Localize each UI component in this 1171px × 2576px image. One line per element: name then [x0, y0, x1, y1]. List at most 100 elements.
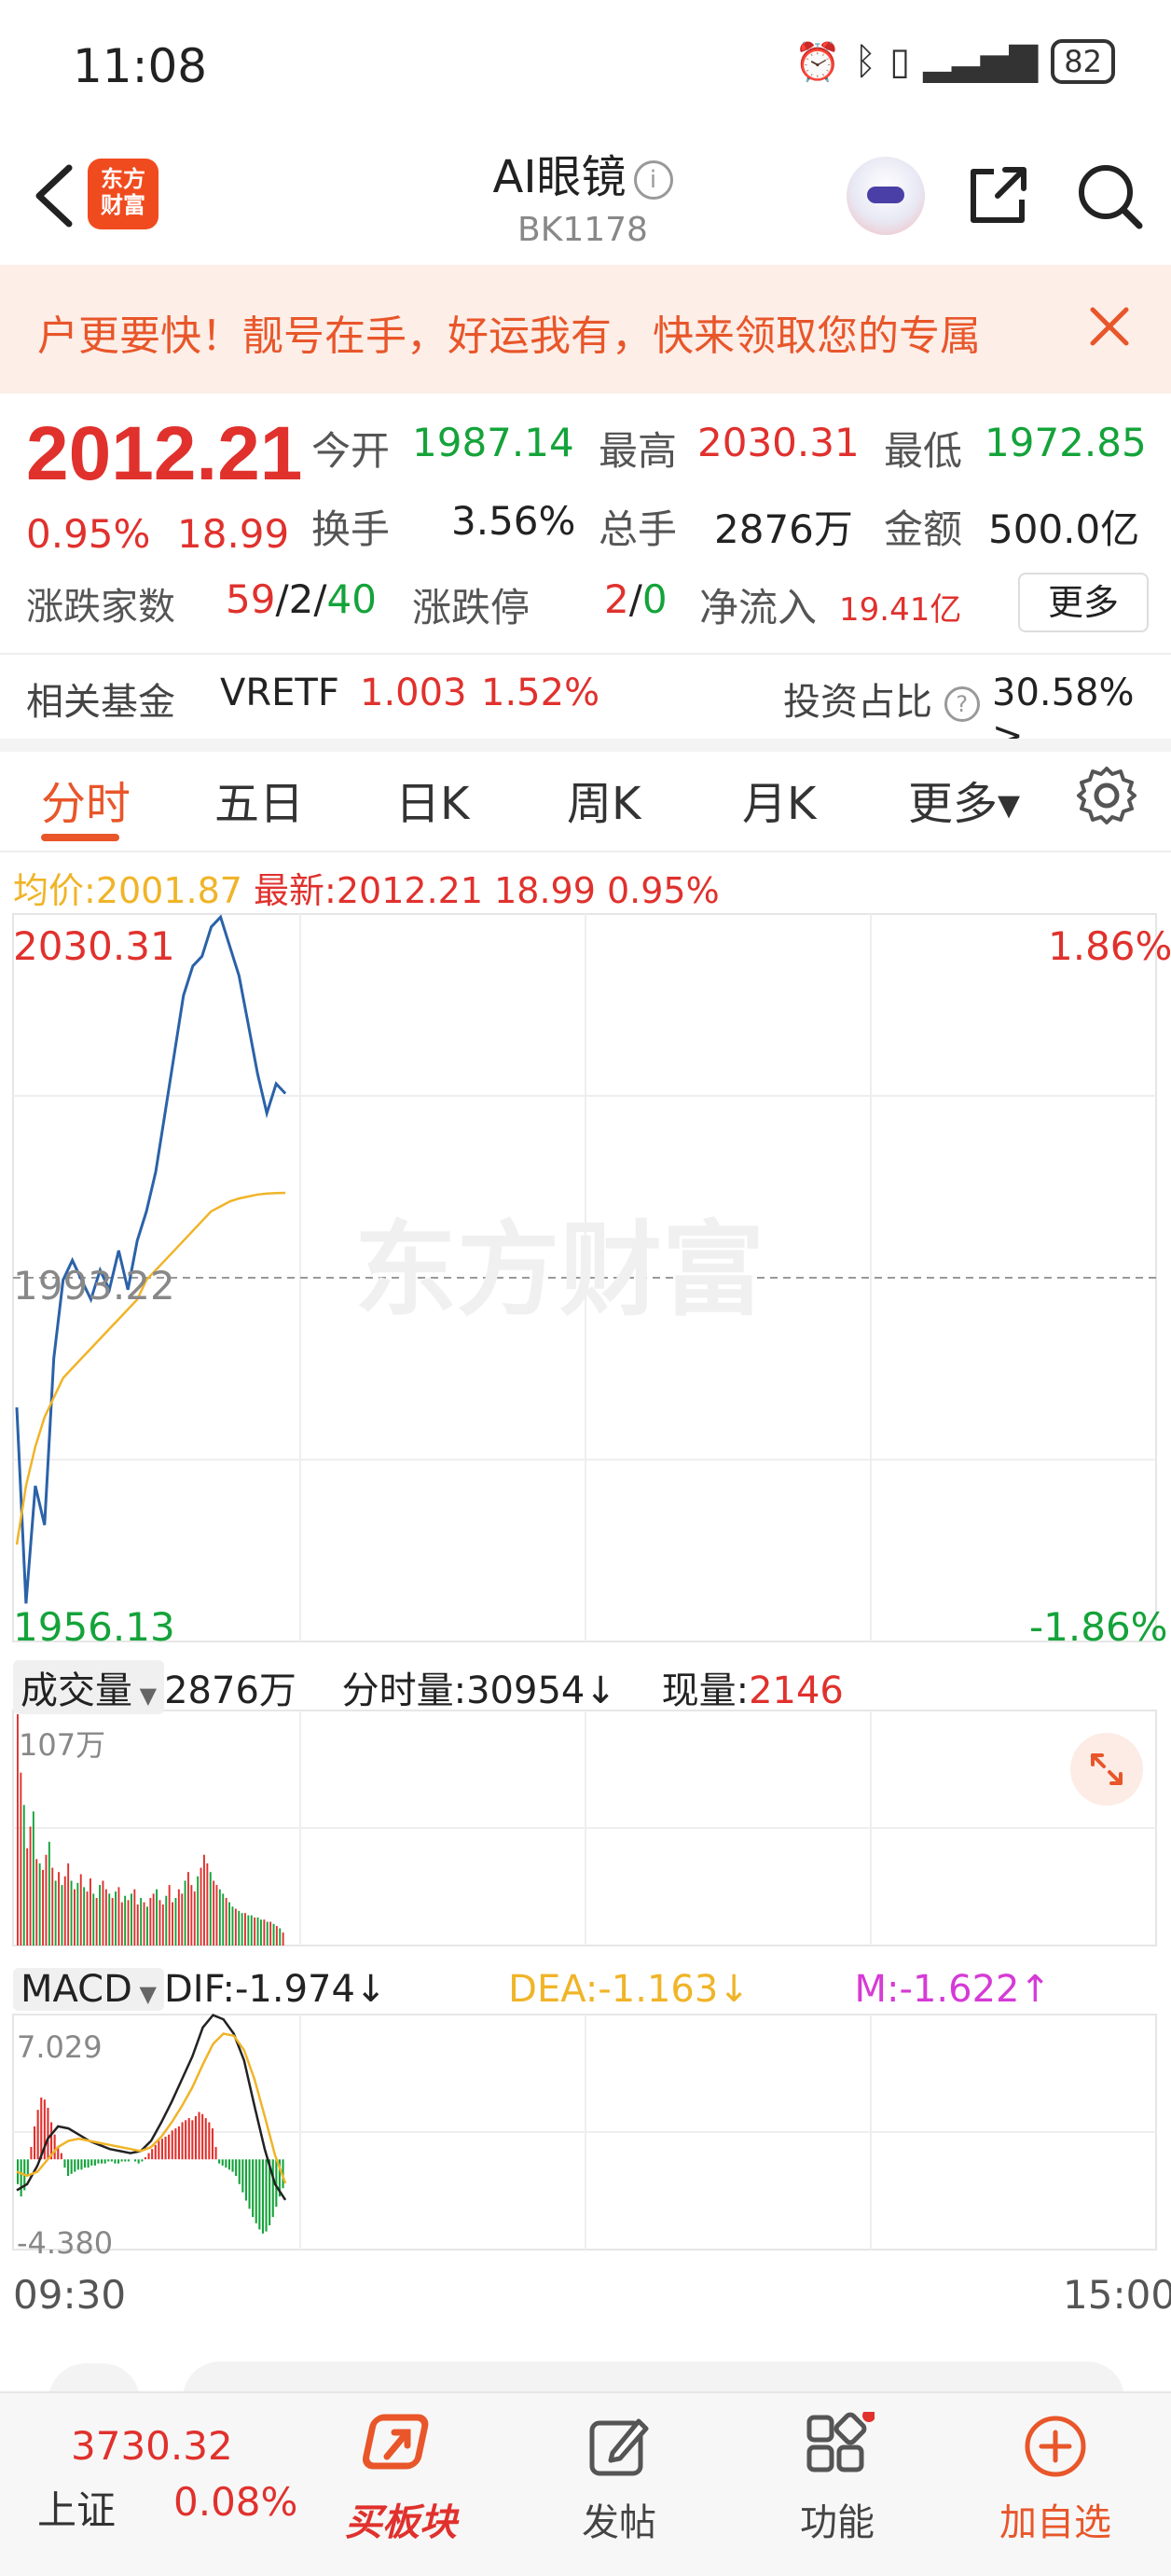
turnover-value: 3.56%	[451, 498, 576, 544]
macd-bar	[137, 2159, 140, 2164]
buy-sector-icon	[362, 2414, 429, 2470]
price-line	[15, 914, 287, 1604]
open-label: 今开	[311, 428, 391, 474]
y-high-label: 2030.31	[13, 923, 175, 969]
edit-post-icon	[589, 2418, 649, 2476]
vibrate-icon: ▯	[889, 40, 911, 83]
high-value: 2030.31	[697, 420, 860, 465]
help-icon[interactable]: ?	[944, 686, 980, 722]
volume-bar	[108, 1893, 111, 1946]
logo-text-1: 东方	[101, 166, 145, 192]
macd-bar	[151, 2149, 154, 2160]
index-percent[interactable]: 0.08%	[173, 2479, 297, 2525]
nav-functions[interactable]: 功能	[753, 2409, 921, 2546]
volume-bar	[174, 1898, 177, 1946]
macd-bar	[26, 2159, 29, 2176]
settings-gear-icon[interactable]	[1074, 763, 1139, 828]
macd-bar	[255, 2159, 257, 2223]
expand-icon[interactable]	[1070, 1733, 1143, 1806]
volume-bar	[92, 1893, 95, 1946]
tab-daily-k[interactable]: 日K	[395, 767, 469, 832]
volume-bar	[234, 1908, 237, 1946]
macd-bar	[261, 2159, 264, 2234]
more-button[interactable]: 更多	[1018, 573, 1149, 632]
volume-bar	[124, 1895, 127, 1946]
nav-add-watchlist[interactable]: 加自选	[971, 2412, 1139, 2546]
tab-monthly-k[interactable]: 月K	[742, 767, 816, 832]
low-value: 1972.85	[985, 420, 1147, 465]
volume-bar	[117, 1887, 120, 1946]
info-icon[interactable]: i	[633, 160, 673, 200]
volume-header: 成交量 ▼ 2876万 分时量:30954↓ 现量:2146	[13, 1660, 844, 1714]
macd-bar	[174, 2128, 177, 2160]
nav-post[interactable]: 发帖	[535, 2412, 703, 2546]
divider	[0, 851, 1171, 852]
volume-bar	[104, 1889, 107, 1946]
back-icon[interactable]	[22, 159, 88, 233]
invest-ratio-label[interactable]: 投资占比 ?	[783, 672, 980, 726]
volume-bar	[187, 1872, 189, 1946]
intraday-chart[interactable]: 东方财富	[0, 895, 1171, 2294]
nav-buy-sector[interactable]: 买板块	[317, 2412, 485, 2546]
index-value[interactable]: 3730.32	[71, 2423, 233, 2469]
assistant-robot-icon[interactable]	[847, 157, 925, 235]
macd-selector[interactable]: MACD ▼	[13, 1968, 164, 2011]
share-icon[interactable]	[960, 159, 1035, 233]
macd-bar	[248, 2159, 251, 2209]
breadth-down: 40	[326, 576, 377, 622]
y-low-label: 1956.13	[13, 1604, 175, 1650]
macd-bar	[227, 2159, 230, 2170]
current-price: 2012.21	[26, 411, 303, 496]
macd-ymin-label: -4.380	[17, 2225, 114, 2261]
search-icon[interactable]	[1072, 159, 1147, 233]
volume-selector[interactable]: 成交量 ▼	[13, 1660, 165, 1714]
volume-bar	[225, 1898, 227, 1946]
volume-bar	[45, 1854, 48, 1946]
volume-bar	[143, 1902, 145, 1946]
close-icon[interactable]	[1081, 298, 1137, 354]
bluetooth-icon: ᛒ	[854, 40, 877, 83]
amount-label: 金额	[884, 506, 963, 552]
volume-bar	[222, 1893, 225, 1946]
amount-value: 500.0亿	[988, 506, 1140, 552]
volume-bar	[181, 1893, 184, 1946]
volume-bar	[140, 1898, 143, 1946]
dropdown-arrow-icon: ▼	[131, 1981, 157, 2007]
nav-buy-sector-label: 买板块	[345, 2501, 457, 2544]
volume-bar	[70, 1880, 73, 1946]
volume-value: 2876万	[714, 506, 853, 552]
limit-down: 0	[641, 576, 668, 622]
volume-bar	[67, 1863, 70, 1946]
macd-bar	[60, 2153, 62, 2160]
tab-weekly-k[interactable]: 周K	[567, 767, 641, 832]
pct-low-label: -1.86%	[1029, 1604, 1168, 1650]
volume-bar	[263, 1919, 266, 1946]
fund-name[interactable]: VRETF	[220, 672, 339, 714]
macd-bar	[168, 2134, 171, 2160]
volume-bar	[58, 1872, 60, 1946]
macd-bar	[238, 2159, 241, 2184]
turnover-label: 换手	[311, 506, 391, 552]
time-axis-end: 15:00	[1063, 2272, 1171, 2318]
comment-bar[interactable]	[0, 2326, 1171, 2391]
volume-bar	[256, 1917, 259, 1946]
volume-bar	[282, 1932, 284, 1946]
comment-icon-button[interactable]	[48, 2363, 140, 2391]
status-icons: ⏰ ᛒ ▯ ▂▃▅▇ 82	[794, 39, 1115, 84]
macd-selector-label: MACD	[21, 1968, 132, 2011]
volume-bar	[74, 1889, 76, 1946]
index-name[interactable]: 上证	[37, 2479, 116, 2536]
y-mid-label: 1993.22	[13, 1263, 175, 1309]
macd-bar	[40, 2098, 43, 2160]
tab-intraday[interactable]: 分时	[41, 767, 131, 832]
tab-more[interactable]: 更多▾	[908, 767, 1020, 832]
volume-bar	[54, 1880, 57, 1946]
tab-five-day[interactable]: 五日	[214, 767, 304, 832]
macd-bar	[231, 2159, 234, 2172]
macd-bar	[124, 2159, 127, 2162]
volume-bar	[190, 1885, 193, 1946]
volume-bar	[168, 1885, 171, 1946]
macd-bar	[70, 2159, 73, 2174]
macd-bar	[97, 2159, 100, 2164]
comment-input[interactable]	[183, 2361, 1124, 2391]
